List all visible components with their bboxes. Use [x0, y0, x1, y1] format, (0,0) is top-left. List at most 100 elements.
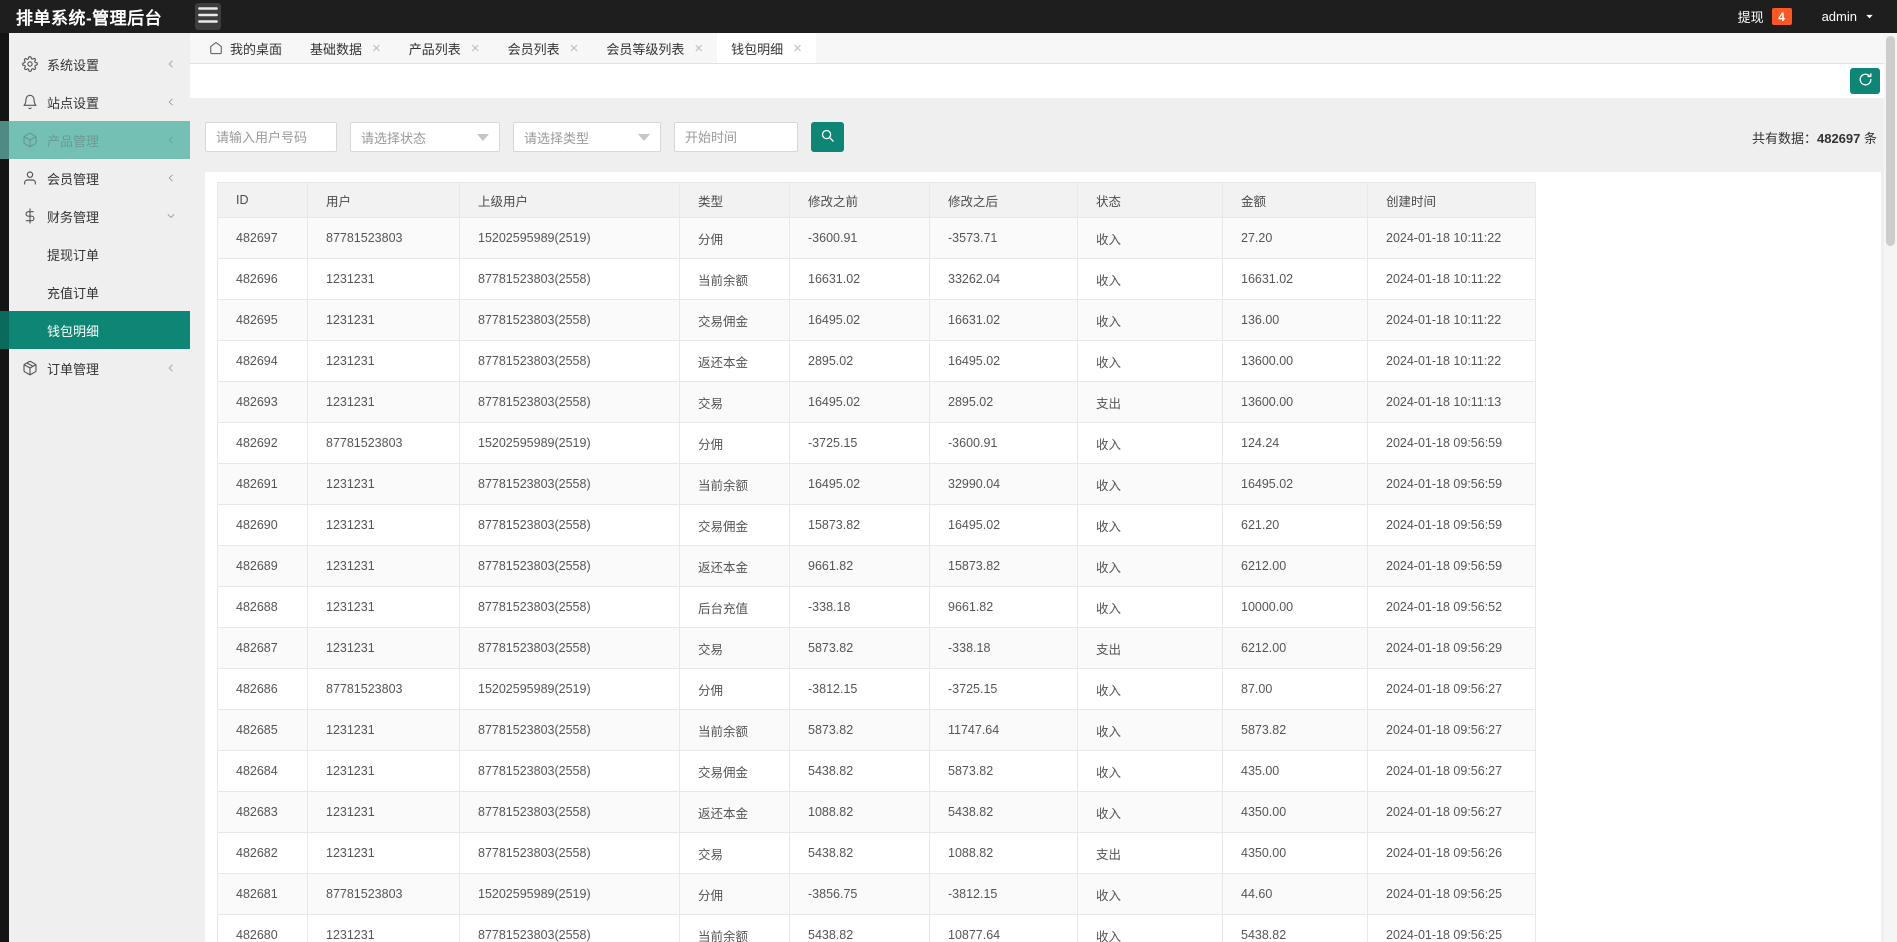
cell-amount: 27.20 — [1222, 217, 1368, 259]
tab-close-icon[interactable]: × — [471, 41, 480, 56]
cell-amount: 13600.00 — [1222, 381, 1368, 423]
cell-id: 482683 — [217, 791, 308, 833]
user-number-input[interactable] — [205, 122, 337, 152]
tab-close-icon[interactable]: × — [570, 41, 579, 56]
cell-id: 482695 — [217, 299, 308, 341]
chevron-left-icon — [165, 362, 177, 374]
user-menu[interactable]: admin — [1822, 9, 1875, 24]
cell-status: 收入 — [1077, 422, 1223, 464]
tab-产品列表[interactable]: 产品列表 × — [395, 33, 494, 63]
status-select[interactable]: 请选择状态 — [350, 122, 500, 152]
page-scrollbar[interactable] — [1884, 33, 1897, 942]
bell-icon — [22, 94, 38, 110]
cell-id: 482689 — [217, 545, 308, 587]
start-time-input[interactable] — [674, 122, 798, 152]
table-row: 482680 1231231 87781523803(2558) 当前余额 5438.8… — [217, 914, 1536, 942]
cell-status: 收入 — [1077, 791, 1223, 833]
cell-id: 482681 — [217, 873, 308, 915]
tab-label: 产品列表 — [408, 41, 461, 57]
table-row: 482683 1231231 87781523803(2558) 返还本金 1088.8… — [217, 791, 1536, 833]
sidebar-item-会员管理[interactable]: 会员管理 — [0, 159, 190, 197]
cell-status: 收入 — [1077, 545, 1223, 587]
total-count-label: 共有数据： — [1751, 130, 1817, 146]
cell-parent-user: 87781523803(2558) — [459, 709, 680, 751]
cell-parent-user: 87781523803(2558) — [459, 750, 680, 792]
cell-status: 收入 — [1077, 258, 1223, 300]
sidebar-item-label: 站点设置 — [47, 95, 100, 111]
type-select[interactable]: 请选择类型 — [513, 122, 661, 152]
cell-created-at: 2024-01-18 09:56:25 — [1367, 873, 1536, 915]
cell-after-amount: 16495.02 — [929, 340, 1078, 382]
sidebar-item-订单管理[interactable]: 订单管理 — [0, 349, 190, 387]
chevron-left-icon — [165, 96, 177, 108]
cell-amount: 16495.02 — [1222, 463, 1368, 505]
cell-created-at: 2024-01-18 09:56:25 — [1367, 914, 1536, 942]
tab-close-icon[interactable]: × — [694, 41, 703, 56]
tab-基础数据[interactable]: 基础数据 × — [296, 33, 395, 63]
table-row: 482689 1231231 87781523803(2558) 返还本金 9661.8… — [217, 545, 1536, 587]
cell-after-amount: 16495.02 — [929, 504, 1078, 546]
tab-会员列表[interactable]: 会员列表 × — [494, 33, 593, 63]
cell-id: 482686 — [217, 668, 308, 710]
cell-before-amount: 5438.82 — [789, 914, 930, 942]
cell-id: 482680 — [217, 914, 308, 942]
action-bar — [190, 64, 1897, 98]
column-header-parent-user: 上级用户 — [459, 182, 680, 218]
sidebar-item-label: 充值订单 — [47, 285, 100, 301]
sidebar-item-财务管理[interactable]: 财务管理 — [0, 197, 190, 235]
search-button[interactable] — [811, 122, 844, 152]
cell-created-at: 2024-01-18 09:56:29 — [1367, 627, 1536, 669]
cell-id: 482690 — [217, 504, 308, 546]
total-count-value: 482697 — [1816, 130, 1861, 146]
table-row: 482694 1231231 87781523803(2558) 返还本金 2895.0… — [217, 340, 1536, 382]
cell-before-amount: -338.18 — [789, 586, 930, 628]
cell-before-amount: -3725.15 — [789, 422, 930, 464]
cell-after-amount: 16631.02 — [929, 299, 1078, 341]
refresh-button[interactable] — [1850, 68, 1880, 94]
cell-parent-user: 87781523803(2558) — [459, 545, 680, 587]
sidebar-toggle-button[interactable] — [195, 3, 221, 30]
sidebar-item-label: 提现订单 — [47, 247, 100, 263]
tab-会员等级列表[interactable]: 会员等级列表 × — [592, 33, 717, 63]
cell-after-amount: 10877.64 — [929, 914, 1078, 942]
tab-close-icon[interactable]: × — [372, 41, 381, 56]
cell-parent-user: 87781523803(2558) — [459, 504, 680, 546]
cell-type: 交易 — [679, 381, 790, 423]
cell-type: 交易佣金 — [679, 299, 790, 341]
gear-icon — [22, 56, 38, 72]
sidebar-item-充值订单[interactable]: 充值订单 — [0, 273, 190, 311]
tab-钱包明细[interactable]: 钱包明细 × — [717, 33, 816, 63]
cell-created-at: 2024-01-18 09:56:52 — [1367, 586, 1536, 628]
sidebar-item-产品管理[interactable]: 产品管理 — [0, 121, 190, 159]
column-header-after-amount: 修改之后 — [929, 182, 1078, 218]
cell-id: 482694 — [217, 340, 308, 382]
sidebar-item-站点设置[interactable]: 站点设置 — [0, 83, 190, 121]
sidebar-item-提现订单[interactable]: 提现订单 — [0, 235, 190, 273]
sidebar-item-系统设置[interactable]: 系统设置 — [0, 45, 190, 83]
tab-我的桌面[interactable]: 我的桌面 — [195, 33, 296, 63]
cell-created-at: 2024-01-18 09:56:59 — [1367, 545, 1536, 587]
cell-type: 返还本金 — [679, 340, 790, 382]
cell-user: 1231231 — [307, 299, 460, 341]
scrollbar-thumb[interactable] — [1886, 36, 1895, 246]
cell-type: 当前余额 — [679, 463, 790, 505]
cell-created-at: 2024-01-18 10:11:22 — [1367, 258, 1536, 300]
cell-user: 1231231 — [307, 791, 460, 833]
withdraw-notice[interactable]: 提现 4 — [1738, 7, 1792, 26]
cell-after-amount: 33262.04 — [929, 258, 1078, 300]
cell-user: 87781523803 — [307, 873, 460, 915]
cell-created-at: 2024-01-18 09:56:27 — [1367, 791, 1536, 833]
tab-close-icon[interactable]: × — [793, 41, 802, 56]
cell-parent-user: 15202595989(2519) — [459, 668, 680, 710]
cell-id: 482693 — [217, 381, 308, 423]
cell-before-amount: 15873.82 — [789, 504, 930, 546]
cell-amount: 5438.82 — [1222, 914, 1368, 942]
cell-created-at: 2024-01-18 09:56:27 — [1367, 750, 1536, 792]
cell-parent-user: 87781523803(2558) — [459, 627, 680, 669]
tab-label: 我的桌面 — [230, 41, 283, 57]
cell-amount: 6212.00 — [1222, 627, 1368, 669]
sidebar-item-钱包明细[interactable]: 钱包明细 — [0, 311, 190, 349]
column-header-user: 用户 — [307, 182, 460, 218]
cell-type: 分佣 — [679, 422, 790, 464]
cell-parent-user: 87781523803(2558) — [459, 340, 680, 382]
